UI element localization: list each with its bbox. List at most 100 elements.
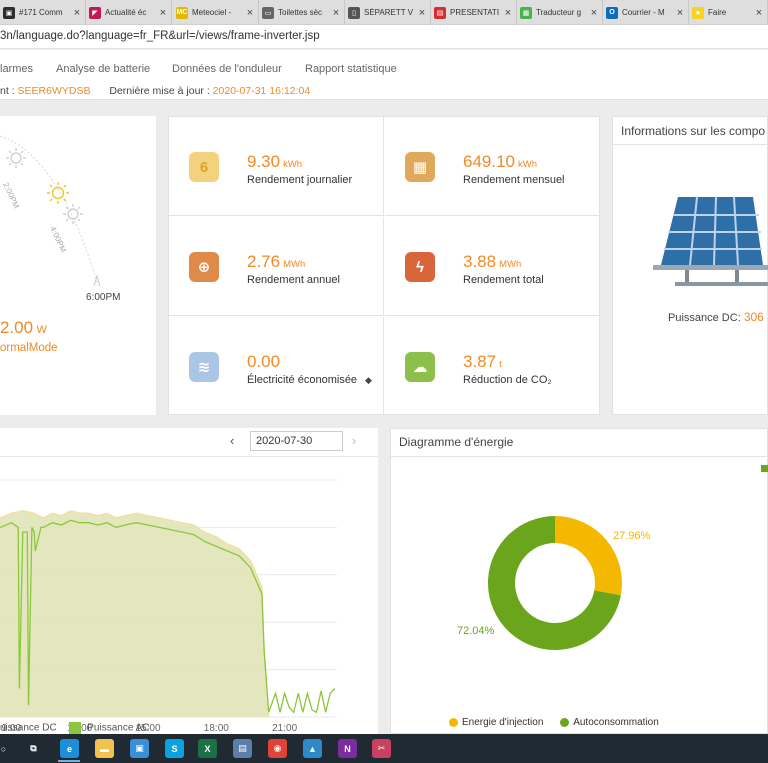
active-app-indicator xyxy=(58,760,80,762)
close-tab-icon[interactable]: × xyxy=(331,7,341,19)
tab-title: Traducteur g xyxy=(536,8,582,17)
stat-label: Rendement mensuel xyxy=(463,174,565,186)
sun-icon xyxy=(47,182,69,204)
tab-favicon-icon: ▣ xyxy=(3,6,15,19)
nav-item-battery-analysis[interactable]: Analyse de batterie xyxy=(56,63,150,75)
tab-favicon-icon: ▭ xyxy=(262,6,274,19)
close-tab-icon[interactable]: × xyxy=(754,7,764,19)
power-curve-chart: 9:0012:0015:0018:0021:00 xyxy=(0,479,337,734)
close-tab-icon[interactable]: × xyxy=(158,7,168,19)
legend-dc-label: uissance DC xyxy=(0,722,57,734)
nav-item-alarms[interactable]: larmes xyxy=(0,63,33,75)
edge-icon[interactable]: e xyxy=(60,739,79,758)
last-update-label: Dernière mise à jour : xyxy=(109,85,213,97)
nav-item-inverter-data[interactable]: Données de l'onduleur xyxy=(172,63,282,75)
onenote-icon[interactable]: N xyxy=(338,739,357,758)
close-tab-icon[interactable]: × xyxy=(589,7,599,19)
stat-value: 0.00 xyxy=(247,352,281,371)
legend-ac-label: Puissance AC xyxy=(87,722,150,734)
current-power-value: 2.00 xyxy=(0,318,34,337)
browser-tab[interactable]: ◤ Actualité éc × xyxy=(86,0,172,25)
close-tab-icon[interactable]: × xyxy=(417,7,427,19)
dc-power: Puissance DC: 306 xyxy=(668,310,764,324)
stat-unit: t xyxy=(499,359,502,370)
donut-slice-label: 72.04% xyxy=(457,625,495,637)
stat-label: Rendement journalier xyxy=(247,174,353,186)
task-view-icon[interactable]: ⧉ xyxy=(24,739,43,758)
yield-stats-panel: 6 9.30 kWh Rendement journalier ▦ 649.10 kWh Re… xyxy=(168,116,600,416)
components-panel: Informations sur les compo Puissance DC:… xyxy=(612,116,768,415)
lightning-icon: ϟ xyxy=(405,252,435,282)
tab-favicon-icon: ◤ xyxy=(89,6,101,19)
tab-favicon-icon: ▦ xyxy=(520,6,532,19)
yield-stat-card: ⊕ 2.76 MWh Rendement annuel xyxy=(169,217,384,316)
excel-icon[interactable]: X xyxy=(198,739,217,758)
browser-tab[interactable]: ▦ Traducteur g × xyxy=(517,0,603,25)
image-viewer-icon[interactable]: ▲ xyxy=(303,739,322,758)
browser-tab[interactable]: ▣ #171 Comm × xyxy=(0,0,86,25)
tab-title: Courrier - M xyxy=(622,8,665,17)
browser-tab[interactable]: ★ Faire × xyxy=(689,0,768,25)
coins-icon: ≋ xyxy=(189,352,219,382)
tab-title: Actualité éc xyxy=(105,8,147,17)
stat-value-row: 649.10 kWh xyxy=(463,152,537,172)
browser-tab[interactable]: ▯ SÉPARETT V × xyxy=(345,0,431,25)
sun-icon xyxy=(6,148,26,168)
stat-label: Réduction de CO₂ xyxy=(463,374,552,386)
tab-title: SÉPARETT V xyxy=(364,8,414,17)
energy-donut-chart: 27.96% 72.04% xyxy=(457,516,651,650)
stat-value: 3.87 xyxy=(463,352,497,371)
energy-diagram-panel: Diagramme d'énergie 27.96% 72.04% Energie… xyxy=(390,428,768,734)
device-label: nt : xyxy=(0,85,18,97)
photos-icon[interactable]: ▣ xyxy=(130,739,149,758)
sun-icon xyxy=(63,204,83,224)
window-app-icon[interactable]: ▤ xyxy=(233,739,252,758)
device-id: SEER6WYDSB xyxy=(17,85,91,97)
stat-unit: kWh xyxy=(283,159,303,170)
time-label-6pm: 6:00PM xyxy=(86,292,120,303)
donut-slice[interactable] xyxy=(555,516,622,596)
close-tab-icon[interactable]: × xyxy=(675,7,685,19)
dc-power-label: Puissance DC: xyxy=(668,312,744,324)
browser-tab[interactable]: MC Meteociel - × xyxy=(173,0,259,25)
yield-stat-card: ≋ 0.00 Électricité économisée ◆ xyxy=(169,317,384,416)
browser-tab-strip: ▣ #171 Comm × ◤ Actualité éc × MC Meteociel - × ▭… xyxy=(0,0,768,25)
windows-start-icon[interactable]: ○ xyxy=(0,739,13,758)
stat-value: 9.30 xyxy=(247,152,281,171)
date-picker-input[interactable]: 2020-07-30 xyxy=(250,431,343,451)
browser-tab[interactable]: O Courrier - M × xyxy=(603,0,689,25)
address-url[interactable]: 3n/language.do?language=fr_FR&url=/views… xyxy=(0,30,320,42)
tab-title: PRESENTATI xyxy=(450,8,500,17)
chrome-icon[interactable]: ◉ xyxy=(268,739,287,758)
close-tab-icon[interactable]: × xyxy=(72,7,82,19)
donut-slice-label: 27.96% xyxy=(613,530,651,542)
stat-label: Électricité économisée xyxy=(247,374,358,386)
snipping-tool-icon[interactable]: ✂ xyxy=(372,739,391,758)
browser-tab[interactable]: ▤ PRESENTATI × xyxy=(431,0,517,25)
browser-tab[interactable]: ▭ Toilettes sèc × xyxy=(259,0,345,25)
tab-title: Faire xyxy=(708,8,727,17)
address-bar[interactable]: 3n/language.do?language=fr_FR&url=/views… xyxy=(0,25,768,49)
co2-cloud-icon: ☁ xyxy=(405,352,435,382)
next-day-button[interactable]: › xyxy=(352,433,356,448)
legend-injection-dot xyxy=(449,717,458,727)
tab-favicon-icon: MC xyxy=(176,6,188,19)
stat-value-row: 3.88 MWh xyxy=(463,252,521,272)
previous-day-button[interactable]: ‹ xyxy=(230,433,234,448)
sun-path-panel: 2:00PM 4:00PM 6:00PM 2.00 W ormalMode xyxy=(0,116,156,415)
legend-injection-label[interactable]: Energie d'injection xyxy=(462,717,543,728)
nav-item-statistics-report[interactable]: Rapport statistique xyxy=(305,63,397,75)
globe-icon: ⊕ xyxy=(189,252,219,282)
stat-value: 2.76 xyxy=(247,252,281,271)
tag-icon[interactable]: ◆ xyxy=(365,375,372,386)
current-power: 2.00 W xyxy=(0,318,47,338)
skype-icon[interactable]: S xyxy=(165,739,184,758)
legend-selfconsumption-label[interactable]: Autoconsommation xyxy=(573,717,659,728)
close-tab-icon[interactable]: × xyxy=(503,7,513,19)
close-tab-icon[interactable]: × xyxy=(245,7,255,19)
current-power-unit: W xyxy=(36,324,47,336)
stat-value: 649.10 xyxy=(463,152,515,171)
tab-favicon-icon: ▯ xyxy=(348,6,360,19)
file-explorer-icon[interactable]: ▬ xyxy=(95,739,114,758)
stat-value-row: 0.00 xyxy=(247,352,283,372)
